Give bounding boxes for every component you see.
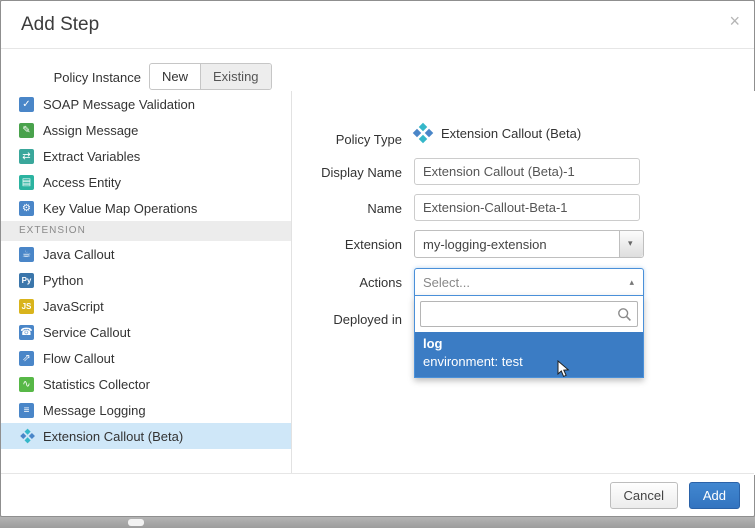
- policy-item-label: Access Entity: [43, 175, 121, 190]
- policy-item-label: Statistics Collector: [43, 377, 150, 392]
- python-icon: Py: [19, 273, 34, 288]
- java-callout-icon: ☕: [19, 247, 34, 262]
- sidebar-item-soap-message-validation[interactable]: ✓ SOAP Message Validation: [1, 91, 291, 117]
- actions-label: Actions: [292, 275, 402, 290]
- actions-select-placeholder: Select...: [423, 275, 470, 290]
- javascript-icon: JS: [19, 299, 34, 314]
- chevron-down-icon: ▾: [628, 238, 633, 249]
- page-behind-modal: [0, 517, 755, 528]
- assign-message-icon: ✎: [19, 123, 34, 138]
- close-icon[interactable]: ×: [729, 12, 740, 30]
- mouse-cursor-icon: [556, 360, 571, 378]
- toggle-existing[interactable]: Existing: [200, 64, 271, 89]
- policy-list: ✓ SOAP Message Validation ✎ Assign Messa…: [1, 91, 291, 475]
- key-value-map-operations-icon: ⚙: [19, 201, 34, 216]
- sidebar-item-python[interactable]: Py Python: [1, 267, 291, 293]
- background-page-fragment: [128, 519, 144, 526]
- section-header-extension: EXTENSION: [1, 221, 291, 241]
- add-button[interactable]: Add: [689, 482, 740, 509]
- policy-type-text: Extension Callout (Beta): [441, 126, 581, 141]
- sidebar-item-javascript[interactable]: JS JavaScript: [1, 293, 291, 319]
- actions-search-box: [420, 301, 638, 327]
- actions-select[interactable]: Select... ▴: [414, 268, 644, 296]
- policy-instance-toggle: New Existing: [149, 63, 272, 90]
- policy-item-label: Python: [43, 273, 83, 288]
- name-field[interactable]: [414, 194, 640, 221]
- policy-item-label: Flow Callout: [43, 351, 115, 366]
- dialog-header: Add Step ×: [1, 1, 754, 49]
- actions-dropdown-panel: log environment: test: [414, 295, 644, 378]
- extension-callout-icon: [414, 124, 432, 142]
- actions-search-input[interactable]: [421, 302, 637, 326]
- extension-callout-icon: [21, 430, 32, 443]
- policy-item-label: Extract Variables: [43, 149, 140, 164]
- policy-item-label: Message Logging: [43, 403, 146, 418]
- policy-item-label: Key Value Map Operations: [43, 201, 197, 216]
- action-option-title: log: [423, 335, 635, 353]
- extension-select-value: my-logging-extension: [423, 237, 547, 252]
- sidebar-item-service-callout[interactable]: ☎ Service Callout: [1, 319, 291, 345]
- cancel-button[interactable]: Cancel: [610, 482, 678, 509]
- extension-label: Extension: [292, 237, 402, 252]
- display-name-field[interactable]: [414, 158, 640, 185]
- sidebar-item-flow-callout[interactable]: ⇗ Flow Callout: [1, 345, 291, 371]
- sidebar-item-java-callout[interactable]: ☕ Java Callout: [1, 241, 291, 267]
- deployed-in-label: Deployed in: [292, 312, 402, 327]
- policy-item-label: Assign Message: [43, 123, 138, 138]
- action-option-log[interactable]: log environment: test: [415, 332, 643, 377]
- flow-callout-icon: ⇗: [19, 351, 34, 366]
- search-icon: [617, 307, 632, 322]
- dialog-footer: Cancel Add: [1, 473, 754, 516]
- extension-select[interactable]: my-logging-extension ▾: [414, 230, 644, 258]
- sidebar-item-extract-variables[interactable]: ⇄ Extract Variables: [1, 143, 291, 169]
- dialog-title: Add Step: [21, 14, 99, 36]
- action-option-subtitle: environment: test: [423, 353, 635, 371]
- sidebar-item-extension-callout-beta[interactable]: Extension Callout (Beta): [1, 423, 291, 449]
- sidebar-item-assign-message[interactable]: ✎ Assign Message: [1, 117, 291, 143]
- policy-item-label: JavaScript: [43, 299, 104, 314]
- policy-type-value: Extension Callout (Beta): [414, 124, 581, 142]
- add-step-dialog: Add Step × Policy Instance New Existing …: [0, 0, 755, 517]
- policy-instance-label: Policy Instance: [1, 70, 141, 85]
- sidebar-item-message-logging[interactable]: ≡ Message Logging: [1, 397, 291, 423]
- policy-item-label: SOAP Message Validation: [43, 97, 195, 112]
- chevron-up-icon: ▴: [629, 277, 634, 288]
- extract-variables-icon: ⇄: [19, 149, 34, 164]
- display-name-label: Display Name: [292, 165, 402, 180]
- access-entity-icon: ▤: [19, 175, 34, 190]
- statistics-collector-icon: ∿: [19, 377, 34, 392]
- policy-item-label: Extension Callout (Beta): [43, 429, 183, 444]
- toggle-new[interactable]: New: [150, 64, 200, 89]
- sidebar-item-key-value-map-operations[interactable]: ⚙ Key Value Map Operations: [1, 195, 291, 221]
- sidebar-item-access-entity[interactable]: ▤ Access Entity: [1, 169, 291, 195]
- message-logging-icon: ≡: [19, 403, 34, 418]
- policy-type-label: Policy Type: [292, 132, 402, 147]
- extension-select-arrow-button[interactable]: ▾: [619, 231, 643, 257]
- sidebar-item-statistics-collector[interactable]: ∿ Statistics Collector: [1, 371, 291, 397]
- policy-item-label: Service Callout: [43, 325, 130, 340]
- soap-message-validation-icon: ✓: [19, 97, 34, 112]
- service-callout-icon: ☎: [19, 325, 34, 340]
- policy-form: Policy Type Extension Callout (Beta) Dis…: [291, 91, 755, 475]
- policy-item-label: Java Callout: [43, 247, 115, 262]
- name-label: Name: [292, 201, 402, 216]
